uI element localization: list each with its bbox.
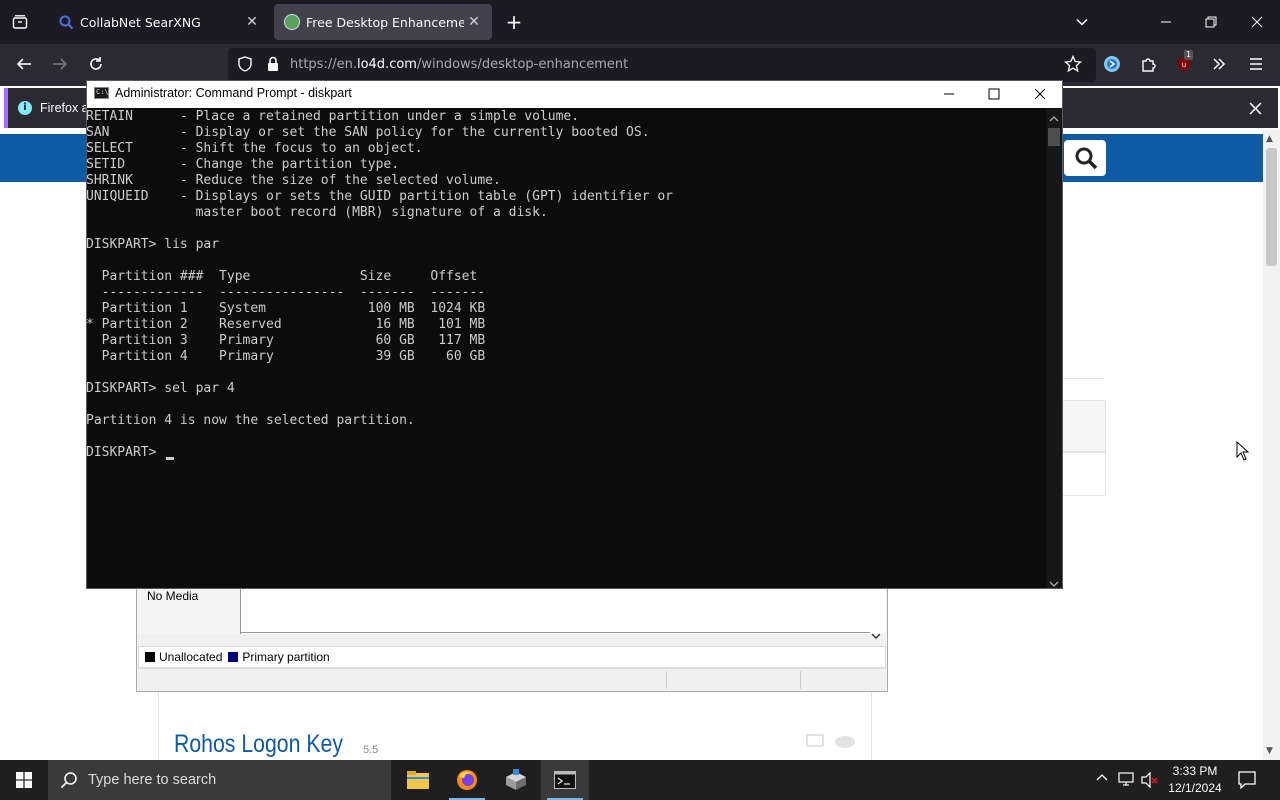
more-tools-chevron-icon[interactable]	[1203, 48, 1235, 80]
close-window-icon[interactable]	[1241, 6, 1273, 38]
notification-text: Firefox a	[40, 101, 89, 115]
notifications-icon[interactable]	[1238, 771, 1256, 793]
restore-window-icon[interactable]	[1195, 6, 1227, 38]
browser-tab-bar: CollabNet SearXNG ✕ Free Desktop Enhance…	[0, 0, 1280, 44]
taskbar-search-placeholder: Type here to search	[88, 772, 217, 788]
url-domain: lo4d.com	[356, 57, 417, 72]
windows-start-button[interactable]	[0, 760, 48, 800]
disk-media-status: No Media	[147, 589, 199, 603]
close-tab-icon[interactable]: ✕	[464, 12, 484, 32]
cmd-scrollbar-thumb[interactable]	[1048, 128, 1060, 146]
close-notification-icon[interactable]	[1239, 92, 1271, 124]
tab-title: CollabNet SearXNG	[80, 14, 201, 30]
extension-badge: 1	[1184, 50, 1194, 60]
disk-legend: Unallocated Primary partition	[138, 646, 886, 668]
new-tab-icon[interactable]: +	[498, 6, 530, 38]
tab-title: Free Desktop Enhancement Sof	[306, 14, 464, 30]
hamburger-menu-icon[interactable]	[1240, 48, 1272, 80]
svg-text:u: u	[1182, 61, 1186, 69]
cmd-scroll-down-icon[interactable]	[1049, 577, 1059, 592]
disk-divider	[240, 632, 870, 633]
tab-desktop-enhancement[interactable]: Free Desktop Enhancement Sof ✕	[274, 4, 492, 40]
network-icon[interactable]	[1118, 772, 1134, 790]
page-divider	[1062, 378, 1104, 379]
clock-date: 12/1/2024	[1168, 781, 1222, 795]
dropdown-chevron-icon[interactable]	[871, 631, 881, 644]
page-card	[1062, 452, 1106, 496]
page-card	[1062, 400, 1106, 452]
legend-label: Primary partition	[242, 650, 330, 664]
show-hidden-icons-chevron-icon[interactable]	[1096, 772, 1108, 788]
cmd-scrollbar[interactable]	[1046, 109, 1062, 588]
cmd-maximize-icon[interactable]	[978, 78, 1010, 110]
firefox-icon	[457, 770, 477, 790]
minimize-window-icon[interactable]	[1150, 6, 1182, 38]
article-title[interactable]: Rohos Logon Key	[174, 730, 343, 759]
searxng-favicon-icon	[58, 14, 74, 30]
package-icon	[506, 769, 526, 790]
cmd-scroll-up-icon[interactable]	[1049, 112, 1059, 127]
vpn-extension-icon[interactable]	[1096, 48, 1128, 80]
clock-time: 3:33 PM	[1172, 764, 1218, 778]
firefox-app[interactable]	[443, 760, 491, 800]
lo4d-favicon-icon	[284, 14, 300, 30]
system-clock[interactable]: 3:33 PM 12/1/2024	[1160, 763, 1230, 797]
forward-arrow-icon[interactable]	[44, 48, 76, 80]
cmd-app-icon: C:\	[94, 87, 109, 99]
site-search-button[interactable]	[1064, 140, 1106, 176]
info-icon: i	[18, 101, 32, 115]
console-output[interactable]: RETAIN - Place a retained partition unde…	[86, 109, 1046, 587]
article-version: 5.5	[363, 744, 379, 756]
folder-icon	[407, 771, 429, 789]
tab-overview-icon[interactable]	[4, 6, 36, 38]
bookmark-star-icon[interactable]	[1057, 48, 1089, 80]
desktop-platform-icon	[806, 734, 824, 747]
volume-muted-icon[interactable]	[1141, 771, 1159, 792]
tab-searxng[interactable]: CollabNet SearXNG ✕	[48, 4, 268, 40]
disk-status-bar	[138, 668, 886, 691]
back-arrow-icon[interactable]	[8, 48, 40, 80]
url-path: /windows/desktop-enhancement	[416, 57, 629, 72]
legend-swatch-primary	[228, 652, 239, 662]
cmd-close-icon[interactable]	[1024, 78, 1056, 110]
scroll-up-arrow-icon[interactable]: ▲	[1266, 134, 1273, 144]
mouse-pointer-icon	[1236, 440, 1250, 465]
reload-icon[interactable]	[80, 48, 112, 80]
search-icon	[1075, 147, 1098, 170]
command-prompt-app[interactable]	[541, 760, 589, 800]
list-tabs-chevron-icon[interactable]	[1066, 6, 1098, 38]
scroll-down-arrow-icon[interactable]: ▼	[1266, 746, 1273, 756]
windows-logo-icon	[16, 772, 32, 788]
cmd-minimize-icon[interactable]	[933, 78, 965, 110]
legend-label: Unallocated	[159, 650, 223, 664]
installer-app[interactable]	[492, 760, 540, 800]
close-tab-icon[interactable]: ✕	[242, 12, 262, 32]
text-cursor	[166, 457, 174, 460]
cmd-window-title: Administrator: Command Prompt - diskpart	[115, 86, 352, 100]
lock-icon[interactable]	[257, 48, 289, 80]
extensions-puzzle-icon[interactable]	[1132, 48, 1164, 80]
search-icon	[60, 772, 77, 789]
terminal-icon	[554, 771, 576, 789]
ublock-shield-icon[interactable]: u 1	[1168, 48, 1200, 80]
legend-swatch-unallocated	[145, 652, 155, 662]
url-prefix: https://en.	[290, 57, 357, 72]
url-text[interactable]: https://en.lo4d.com/windows/desktop-enha…	[290, 57, 628, 72]
page-scrollbar-thumb[interactable]	[1266, 148, 1277, 266]
eye-icon	[835, 736, 855, 748]
file-explorer-app[interactable]	[394, 760, 442, 800]
